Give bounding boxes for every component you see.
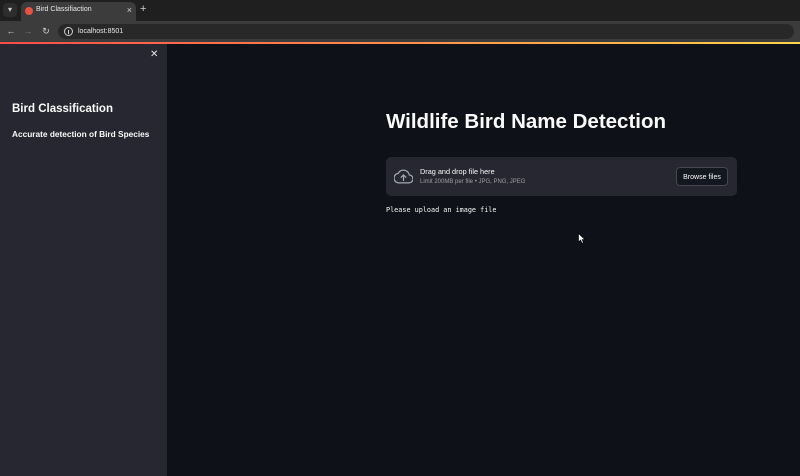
sidebar: ✕ Bird Classification Accurate detection…: [0, 44, 167, 476]
address-bar[interactable]: localhost:8501: [58, 24, 794, 39]
page-title: Wildlife Bird Name Detection: [386, 110, 667, 133]
file-uploader-dropzone[interactable]: Drag and drop file here Limit 200MB per …: [386, 157, 737, 196]
main-content: Wildlife Bird Name Detection Drag and dr…: [167, 44, 800, 476]
sidebar-close-icon[interactable]: ✕: [150, 49, 158, 61]
upload-limit-hint: Limit 200MB per file • JPG, PNG, JPEG: [420, 179, 526, 185]
new-tab-button[interactable]: +: [140, 3, 146, 15]
back-button[interactable]: ←: [5, 24, 17, 38]
reload-button[interactable]: ↻: [40, 24, 52, 38]
browser-tab[interactable]: Bird Classifiaction ×: [21, 2, 136, 21]
tab-search-chevron-icon[interactable]: ▾: [3, 3, 17, 17]
sidebar-title: Bird Classification: [12, 103, 113, 115]
browse-files-button[interactable]: Browse files: [676, 167, 728, 186]
sidebar-subtitle: Accurate detection of Bird Species: [12, 129, 150, 139]
upload-status-message: Please upload an image file: [386, 206, 497, 214]
forward-button[interactable]: →: [22, 24, 34, 38]
cloud-upload-icon: [394, 169, 413, 184]
site-info-icon[interactable]: [64, 27, 73, 36]
streamlit-favicon-icon: [25, 7, 33, 15]
upload-instructions: Drag and drop file here: [420, 167, 495, 176]
url-text[interactable]: localhost:8501: [78, 26, 123, 37]
browser-tab-bar: ▾ Bird Classifiaction × +: [0, 0, 800, 21]
mouse-cursor-icon: [578, 233, 586, 244]
tab-title: Bird Classifiaction: [36, 6, 92, 13]
browser-toolbar: ← → ↻ localhost:8501: [0, 21, 800, 42]
tab-close-icon[interactable]: ×: [127, 5, 132, 15]
